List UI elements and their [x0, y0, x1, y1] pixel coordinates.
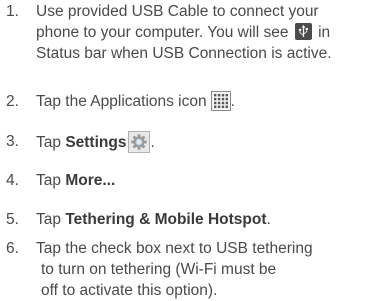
step-text-part: . [230, 93, 235, 110]
step-number: 2. [6, 93, 19, 110]
step-line: Status bar when USB Connection is active… [36, 45, 332, 62]
step-line: Tap the check box next to USB tethering [36, 240, 313, 257]
step-number: 3. [6, 133, 19, 150]
step-text-part: in [313, 24, 331, 41]
step-text-part: Tap the Applications icon [36, 93, 207, 110]
step-line: Use provided USB Cable to connect your [36, 3, 319, 20]
step-bold-text: Settings [65, 134, 127, 151]
step-line: to turn on tethering (Wi-Fi must be [41, 261, 277, 278]
step-text: Tap the check box next to USB tethering … [36, 238, 366, 301]
gear-icon [128, 131, 151, 153]
step-line: off to activate this option). [41, 282, 218, 299]
step-text-part: Tap [36, 211, 66, 228]
step-line: phone to your computer. You will see in [36, 22, 366, 43]
step-line: Tap More... [36, 170, 366, 191]
step-text: Tap Settings . [36, 131, 366, 153]
step-text-part: . [266, 211, 271, 228]
step-line: Tap Settings . [36, 131, 366, 153]
step-number: 4. [6, 172, 19, 189]
step-text-part: Tap [36, 134, 66, 151]
step-text: Tap More... [36, 170, 366, 191]
step-number: 6. [6, 240, 19, 257]
step-text: Tap Tethering & Mobile Hotspot. [36, 209, 366, 230]
step-text-part: . [150, 134, 155, 151]
step-number: 1. [6, 3, 19, 20]
step-line: Tap Tethering & Mobile Hotspot. [36, 209, 366, 230]
usb-icon [294, 23, 312, 40]
step-text-part: Tap [36, 172, 66, 189]
step-number: 5. [6, 211, 19, 228]
step-bold-text: More... [65, 172, 116, 189]
step-line: Tap the Applications icon . [36, 91, 366, 112]
step-text-part: phone to your computer. You will see [36, 24, 289, 41]
apps-grid-icon [210, 91, 231, 111]
step-bold-text: Tethering & Mobile Hotspot [65, 211, 267, 228]
step-text: Tap the Applications icon . [36, 91, 366, 112]
step-text: Use provided USB Cable to connect your p… [36, 1, 366, 64]
